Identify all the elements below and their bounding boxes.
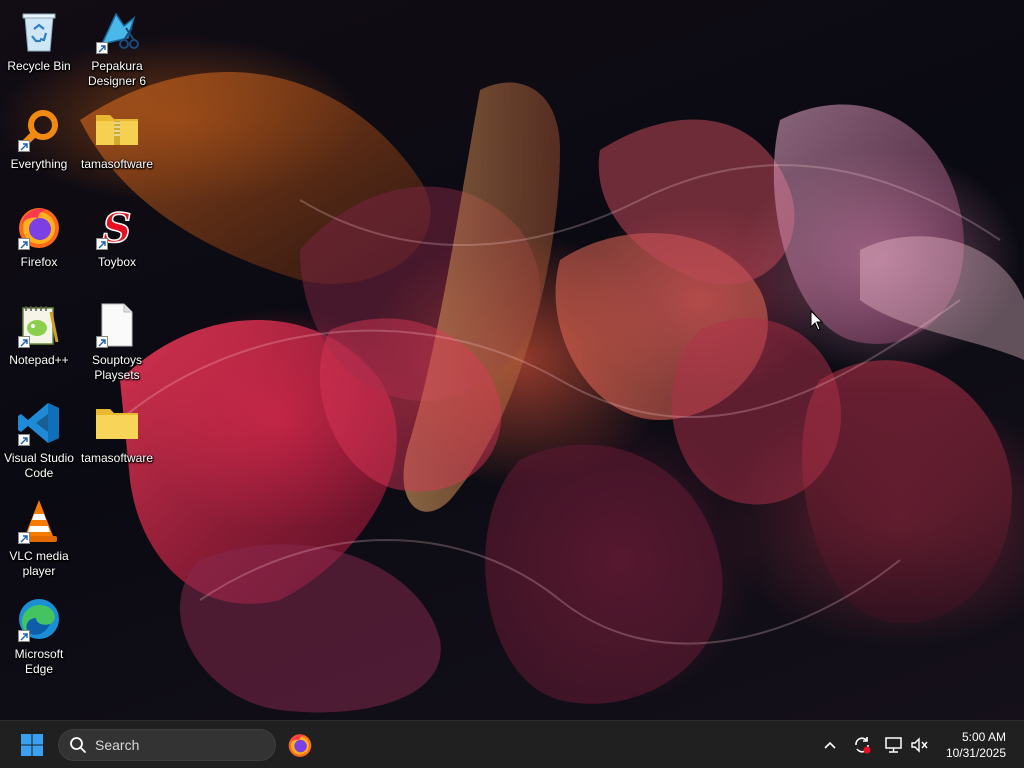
tray-network[interactable] xyxy=(882,733,906,757)
clock-date: 10/31/2025 xyxy=(945,746,1006,760)
desktop-icon-label: Microsoft Edge xyxy=(14,647,64,676)
desktop-icon-label: VLC media player xyxy=(9,549,69,578)
vscode-icon xyxy=(14,398,64,448)
desktop-icon-label: tamasoftware xyxy=(80,451,154,465)
desktop-icon-firefox[interactable]: Firefox xyxy=(0,202,78,294)
desktop-icon-notepad-plus-plus[interactable]: Notepad++ xyxy=(0,300,78,392)
shortcut-arrow-icon xyxy=(18,336,30,348)
show-hidden-icons-button[interactable] xyxy=(818,733,842,757)
mouse-cursor-icon xyxy=(810,309,824,337)
shortcut-arrow-icon xyxy=(96,42,108,54)
desktop-icon-microsoft-edge[interactable]: Microsoft Edge xyxy=(0,594,78,686)
desktop-icon-label: Souptoys Playsets xyxy=(91,353,143,382)
search-icon xyxy=(70,737,86,753)
tray-sync-alert[interactable] xyxy=(850,733,874,757)
desktop-icon-label: Recycle Bin xyxy=(7,59,71,73)
desktop-icon-label: Pepakura Designer 6 xyxy=(87,59,147,88)
desktop-icon-souptoys-playsets[interactable]: Souptoys Playsets xyxy=(78,300,156,392)
folder-icon xyxy=(92,398,142,448)
desktop-icon-label: Visual Studio Code xyxy=(4,451,74,480)
network-icon xyxy=(885,737,902,753)
desktop-icon-tamasoftware-folder[interactable]: tamasoftware xyxy=(78,398,156,490)
search-placeholder: Search xyxy=(95,737,140,753)
shortcut-arrow-icon xyxy=(18,140,30,152)
shortcut-arrow-icon xyxy=(96,238,108,250)
start-button[interactable] xyxy=(16,731,48,759)
chevron-up-icon xyxy=(824,741,836,749)
desktop-icon-recycle-bin[interactable]: Recycle Bin xyxy=(0,6,78,98)
edge-icon xyxy=(14,594,64,644)
taskbar-app-firefox[interactable] xyxy=(284,729,316,761)
desktop-icon-tamasoftware-zip[interactable]: tamasoftware xyxy=(78,104,156,196)
zip-folder-icon xyxy=(92,104,142,154)
notepad-plus-plus-icon xyxy=(14,300,64,350)
desktop-icon-label: Everything xyxy=(10,157,68,171)
recycle-bin-icon xyxy=(14,6,64,56)
everything-search-icon xyxy=(14,104,64,154)
shortcut-arrow-icon xyxy=(18,238,30,250)
desktop-icon-everything[interactable]: Everything xyxy=(0,104,78,196)
pepakura-icon xyxy=(92,6,142,56)
desktop-icon-label: Notepad++ xyxy=(9,353,69,367)
sync-alert-icon xyxy=(855,737,871,754)
windows-logo-icon xyxy=(21,734,43,756)
shortcut-arrow-icon xyxy=(96,336,108,348)
blank-file-icon xyxy=(92,300,142,350)
volume-muted-icon xyxy=(911,737,928,753)
vlc-icon xyxy=(14,496,64,546)
desktop-icon-label: Firefox xyxy=(20,255,58,269)
taskbar-search-box[interactable]: Search xyxy=(58,729,276,761)
firefox-icon xyxy=(288,734,312,757)
shortcut-arrow-icon xyxy=(18,630,30,642)
shortcut-arrow-icon xyxy=(18,434,30,446)
taskbar-clock[interactable]: 5:00 AM 10/31/2025 xyxy=(946,729,1006,761)
shortcut-arrow-icon xyxy=(18,532,30,544)
tray-volume[interactable] xyxy=(908,733,932,757)
desktop-icon-pepakura-designer[interactable]: Pepakura Designer 6 xyxy=(78,6,156,98)
desktop-icon-label: Toybox xyxy=(97,255,137,269)
desktop-icon-vlc[interactable]: VLC media player xyxy=(0,496,78,588)
taskbar: Search 5:00 AM 10/31/2025 xyxy=(0,720,1024,768)
desktop-icon-toybox[interactable]: S Toybox xyxy=(78,202,156,294)
clock-time: 5:00 AM xyxy=(961,730,1006,744)
firefox-icon xyxy=(14,202,64,252)
toybox-icon: S xyxy=(92,202,142,252)
desktop-icon-label: tamasoftware xyxy=(80,157,154,171)
desktop-icon-visual-studio-code[interactable]: Visual Studio Code xyxy=(0,398,78,490)
